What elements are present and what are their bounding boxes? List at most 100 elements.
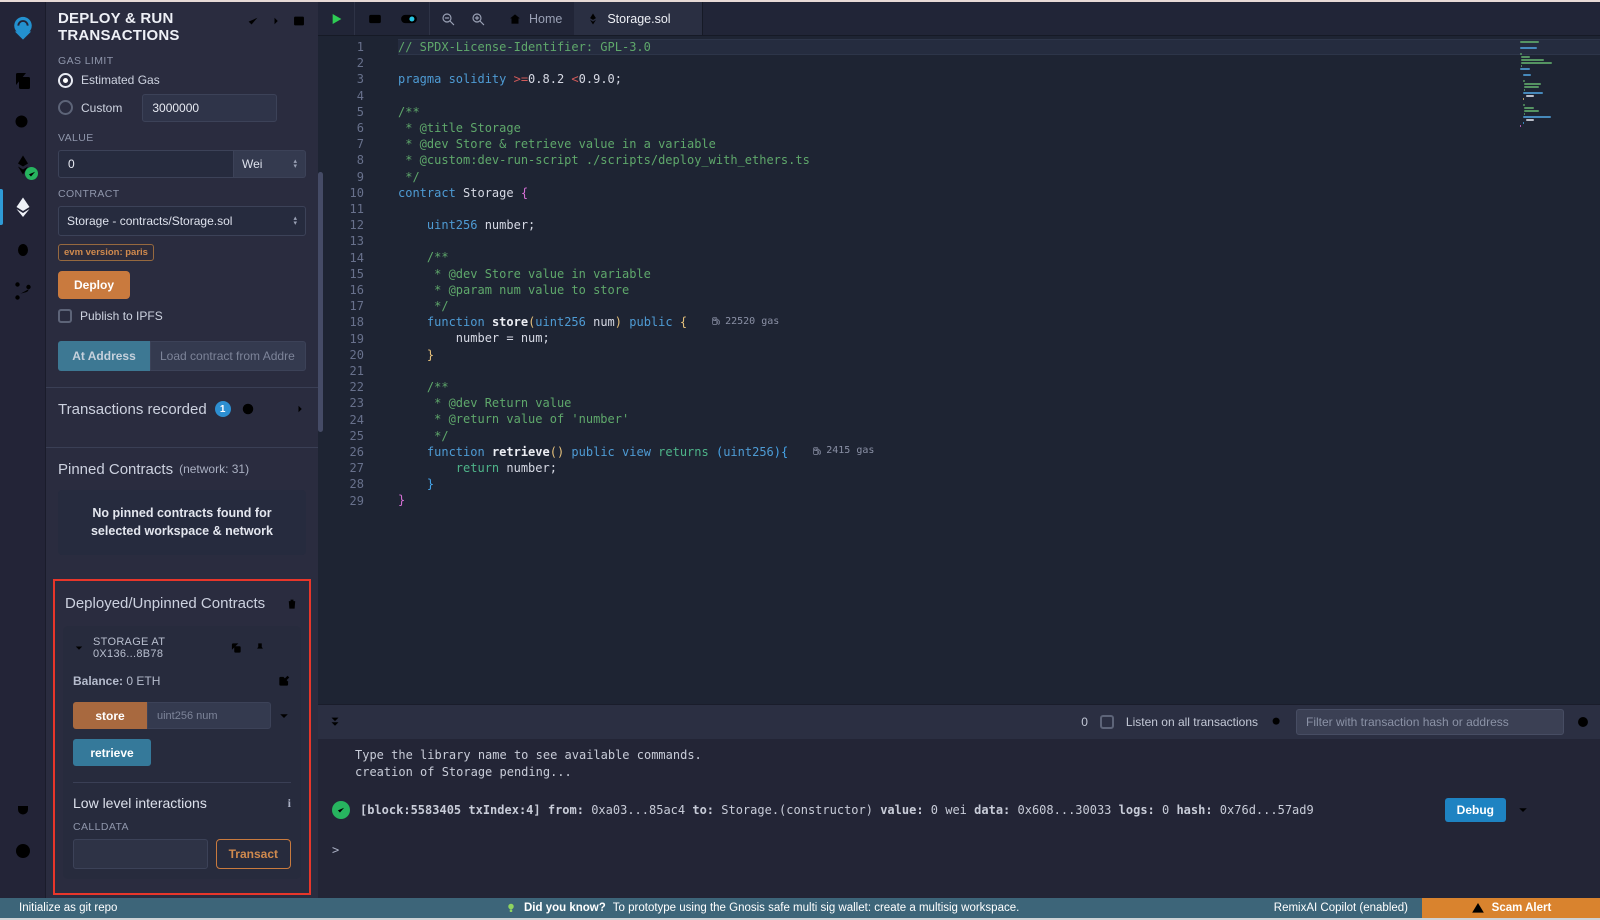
terminal-prompt[interactable]: > [332,842,1600,859]
sidebar-item-git[interactable] [0,270,45,312]
code-content[interactable]: // SPDX-License-Identifier: GPL-3.0 prag… [388,36,1600,704]
panel-check-icon [246,14,260,28]
sidebar-item-solidity-compiler[interactable] [0,144,45,186]
deployed-contract-card: STORAGE AT 0X136...8B78 Balance: 0 ETH [63,626,301,879]
value-input[interactable] [58,150,234,178]
custom-gas-option[interactable]: Custom [58,100,122,115]
git-init-status[interactable]: Initialize as git repo [19,902,117,914]
calldata-input[interactable] [73,839,208,869]
tx-summary: [block:5583405 txIndex:4] from: 0xa03...… [360,802,1314,819]
sidebar-item-settings[interactable] [0,830,45,872]
tab-home[interactable]: Home [496,2,574,35]
transactions-recorded-label: Transactions recorded [58,401,207,418]
warning-icon [1471,901,1485,915]
minimap[interactable] [1520,41,1586,128]
transaction-log-row[interactable]: [block:5583405 txIndex:4] from: 0xa03...… [332,798,1600,822]
stepper-icon: ▴▾ [293,216,297,226]
panel-chevron-right-icon[interactable] [270,15,282,27]
collapse-terminal-icon[interactable] [328,715,342,729]
expand-args-icon[interactable] [277,709,291,723]
deployed-contract-name: STORAGE AT 0X136...8B78 [93,636,221,660]
retrieve-function-button[interactable]: retrieve [73,739,151,766]
panel-scrollbar-thumb[interactable] [318,172,323,432]
tab-storage-sol[interactable]: Storage.sol [574,2,702,35]
sidebar-item-search[interactable] [0,102,45,144]
estimated-gas-radio[interactable] [58,73,73,88]
remix-logo-icon[interactable] [0,8,45,48]
deploy-run-panel: DEPLOY & RUN TRANSACTIONS GAS LIMIT Esti… [46,2,318,898]
value-unit-select[interactable]: Wei ▴▾ [234,150,306,178]
sidebar-item-plugin-manager[interactable] [0,788,45,830]
solidity-file-icon [586,12,600,26]
value-label: VALUE [58,132,306,144]
did-you-know-label: Did you know? [524,902,606,914]
publish-ipfs-checkbox[interactable] [58,309,72,323]
sidebar-item-deploy-run[interactable] [0,186,45,228]
close-icon[interactable] [277,641,291,655]
publish-ipfs-option[interactable]: Publish to IPFS [58,309,306,323]
gas-pump-icon [711,316,721,326]
terminal-line: Type the library name to see available c… [355,747,1600,764]
listen-all-checkbox[interactable] [1100,715,1114,729]
sidebar-item-file-explorer[interactable] [0,60,45,102]
chevron-down-icon[interactable] [73,642,85,654]
contract-label: CONTRACT [58,188,306,200]
pending-tx-count: 0 [1081,715,1088,729]
copilot-status[interactable]: RemixAI Copilot (enabled) [1274,902,1408,914]
listen-all-label: Listen on all transactions [1126,715,1258,729]
at-address-button[interactable]: At Address [58,341,150,371]
ai-copilot-robot-icon[interactable] [365,9,385,29]
tip-text: To prototype using the Gnosis safe multi… [613,902,1020,914]
custom-gas-radio[interactable] [58,100,73,115]
tx-success-icon [332,801,350,819]
line-number-gutter: 1234567891011121314151617181920212223242… [318,36,388,704]
custom-gas-input[interactable] [142,94,277,122]
low-level-title: Low level interactions [73,795,207,811]
expand-tx-icon[interactable] [1516,803,1530,817]
pin-contract-icon[interactable] [253,641,267,655]
copilot-toggle-icon[interactable] [399,9,419,29]
sidebar-item-debugger[interactable] [0,228,45,270]
copy-address-icon[interactable] [229,641,243,655]
page-title: DEPLOY & RUN TRANSACTIONS [58,10,208,45]
pin-panel-icon[interactable] [292,14,306,28]
info-icon[interactable] [241,402,255,416]
edit-icon[interactable] [277,674,291,688]
balance-label: Balance: [73,674,123,688]
deploy-button[interactable]: Deploy [58,271,130,299]
debug-button[interactable]: Debug [1445,798,1506,822]
terminal-toolbar: 0 Listen on all transactions [318,704,1600,739]
zoom-in-icon[interactable] [470,11,486,27]
scam-alert-button[interactable]: Scam Alert [1422,898,1600,918]
compile-success-badge [25,167,38,180]
home-icon [508,12,522,26]
search-icon[interactable] [1270,715,1284,729]
estimated-gas-option[interactable]: Estimated Gas [58,73,306,88]
code-editor[interactable]: 1234567891011121314151617181920212223242… [318,36,1600,704]
no-pinned-contracts-message: No pinned contracts found for selected w… [58,490,306,556]
status-bar: Initialize as git repo Did you know? To … [0,898,1600,918]
terminal-filter-input[interactable] [1296,709,1564,735]
terminal-line: creation of Storage pending... [355,764,1600,781]
store-arg-input[interactable] [147,702,271,729]
clear-console-icon[interactable] [1576,715,1590,729]
bulb-icon [505,902,517,914]
pinned-network-label: (network: 31) [179,462,249,476]
close-tab-icon[interactable] [678,13,690,25]
chevron-right-icon[interactable] [294,403,306,415]
transact-button[interactable]: Transact [216,839,291,869]
deployed-contracts-title: Deployed/Unpinned Contracts [65,595,265,612]
trash-icon[interactable] [285,597,299,611]
run-script-icon[interactable] [328,11,344,27]
balance-value: 0 ETH [126,674,160,688]
contract-select[interactable]: Storage - contracts/Storage.sol ▴▾ [58,206,306,236]
evm-version-badge: evm version: paris [58,244,154,261]
gas-limit-label: GAS LIMIT [58,55,306,67]
editor-toolbar: Home Storage.sol [318,2,1600,36]
at-address-input[interactable] [150,341,306,371]
zoom-out-icon[interactable] [440,11,456,27]
remix-ide-window: DEPLOY & RUN TRANSACTIONS GAS LIMIT Esti… [0,0,1600,920]
terminal[interactable]: Type the library name to see available c… [318,739,1600,898]
store-function-button[interactable]: store [73,702,147,729]
info-icon[interactable]: i [288,796,291,811]
